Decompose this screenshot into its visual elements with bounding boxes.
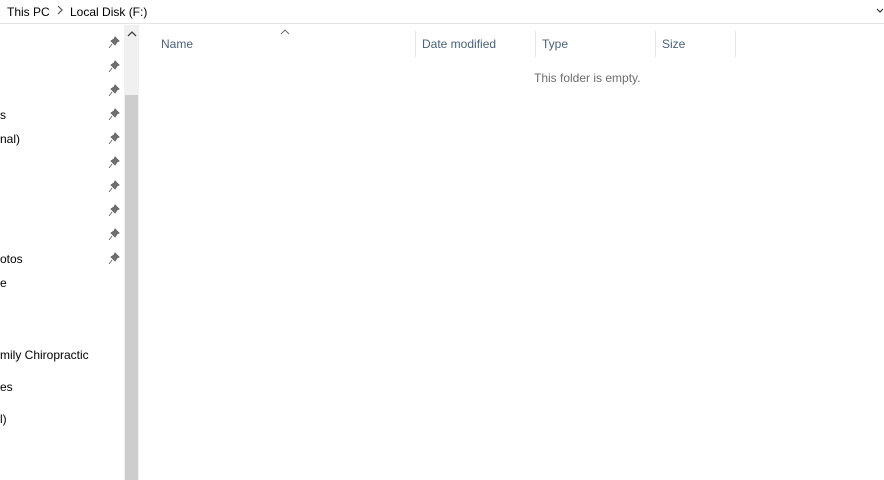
empty-folder-message: This folder is empty. <box>534 71 641 85</box>
nav-item[interactable]: otos <box>0 248 23 270</box>
column-header-size[interactable]: Size <box>655 25 735 63</box>
column-header-date-modified[interactable]: Date modified <box>415 25 535 63</box>
nav-item-label: e <box>0 276 7 290</box>
file-list[interactable]: Name Date modified Type Size This folder… <box>140 25 884 480</box>
pin-icon[interactable] <box>108 252 120 266</box>
pin-icon[interactable] <box>108 156 120 170</box>
scroll-up-icon[interactable] <box>124 29 139 43</box>
chevron-down-icon[interactable] <box>876 5 884 20</box>
nav-item-label: mily Chiropractic <box>0 348 89 362</box>
nav-item[interactable]: nal) <box>0 128 20 150</box>
pin-icon[interactable] <box>108 228 120 242</box>
chevron-right-icon[interactable] <box>56 4 64 19</box>
breadcrumb-local-disk[interactable]: Local Disk (F:) <box>70 5 147 19</box>
nav-item[interactable]: e <box>0 272 7 294</box>
nav-item[interactable]: s <box>0 104 6 126</box>
scrollbar-thumb[interactable] <box>125 95 138 480</box>
column-header-name[interactable]: Name <box>154 25 414 63</box>
breadcrumb-this-pc[interactable]: This PC <box>7 5 50 19</box>
column-divider[interactable] <box>735 31 736 57</box>
nav-item[interactable]: mily Chiropractic <box>0 344 89 366</box>
pin-icon[interactable] <box>108 84 120 98</box>
nav-item[interactable]: l) <box>0 408 7 430</box>
pin-icon[interactable] <box>108 204 120 218</box>
pin-icon[interactable] <box>108 108 120 122</box>
pin-icon[interactable] <box>108 180 120 194</box>
nav-item-label: nal) <box>0 132 21 146</box>
nav-item-label: otos <box>0 252 23 266</box>
address-bar[interactable]: This PC Local Disk (F:) <box>0 0 884 24</box>
nav-item-label: es <box>0 380 13 394</box>
nav-item-label: s <box>0 108 6 122</box>
pin-icon[interactable] <box>108 60 120 74</box>
navigation-pane: s nal) otos e mily Chiropractic es l) <box>0 25 124 480</box>
pin-icon[interactable] <box>108 132 120 146</box>
nav-item-label: l) <box>0 412 7 426</box>
nav-scrollbar[interactable] <box>124 25 139 480</box>
column-header-type[interactable]: Type <box>535 25 655 63</box>
pin-icon[interactable] <box>108 36 120 50</box>
nav-item[interactable]: es <box>0 376 13 398</box>
